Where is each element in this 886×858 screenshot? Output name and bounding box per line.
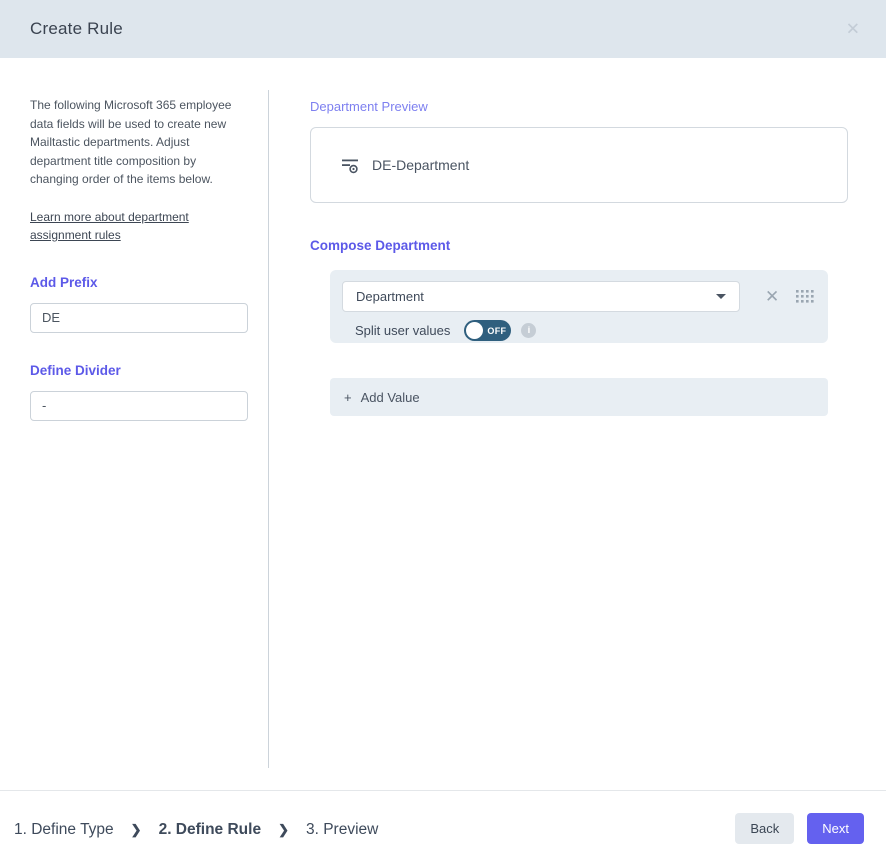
chevron-right-icon: ❯ [278, 822, 289, 838]
add-value-label: Add Value [361, 390, 420, 405]
drag-handle-icon[interactable] [796, 290, 814, 304]
field-select-value: Department [356, 289, 424, 304]
department-preview-value: DE-Department [372, 157, 469, 173]
learn-more-link[interactable]: Learn more about department assignment r… [30, 208, 248, 245]
step-preview[interactable]: 3. Preview [306, 821, 378, 839]
split-user-values-toggle[interactable]: OFF [464, 320, 511, 341]
step-define-type[interactable]: 1. Define Type [14, 821, 114, 839]
info-icon[interactable]: i [521, 323, 536, 338]
field-select[interactable]: Department [342, 281, 740, 312]
add-prefix-label: Add Prefix [30, 275, 248, 290]
remove-item-icon[interactable]: ✕ [765, 288, 779, 305]
toggle-state-label: OFF [487, 326, 506, 336]
footer-actions: Back Next [735, 813, 864, 844]
plus-icon: + [344, 390, 352, 405]
next-button[interactable]: Next [807, 813, 864, 844]
back-button[interactable]: Back [735, 813, 794, 844]
compose-item-card: Department ✕ Split user values [330, 270, 828, 343]
wizard-steps: 1. Define Type ❯ 2. Define Rule ❯ 3. Pre… [14, 814, 378, 846]
prefix-input[interactable] [30, 303, 248, 333]
chevron-right-icon: ❯ [131, 822, 142, 838]
footer-divider [0, 790, 886, 791]
field-select-row: Department ✕ [342, 281, 816, 312]
vertical-divider [268, 90, 269, 768]
close-icon[interactable]: ✕ [838, 17, 868, 42]
define-divider-label: Define Divider [30, 363, 248, 378]
divider-input[interactable] [30, 391, 248, 421]
add-value-button[interactable]: + Add Value [330, 378, 828, 416]
toggle-knob [466, 322, 483, 339]
chevron-down-icon [716, 294, 726, 299]
dialog-title: Create Rule [30, 19, 123, 39]
step-define-rule: 2. Define Rule [159, 821, 262, 839]
split-user-values-label: Split user values [355, 323, 450, 338]
split-user-values-row: Split user values OFF i [342, 320, 816, 341]
rule-filter-icon [341, 157, 359, 174]
create-rule-dialog: Create Rule ✕ The following Microsoft 36… [0, 0, 886, 858]
department-preview-heading: Department Preview [310, 99, 428, 114]
dialog-header: Create Rule ✕ [0, 0, 886, 58]
description-text: The following Microsoft 365 employee dat… [30, 96, 248, 189]
department-preview-box: DE-Department [310, 127, 848, 203]
compose-department-heading: Compose Department [310, 238, 450, 253]
rule-settings-sidebar: The following Microsoft 365 employee dat… [30, 96, 248, 421]
